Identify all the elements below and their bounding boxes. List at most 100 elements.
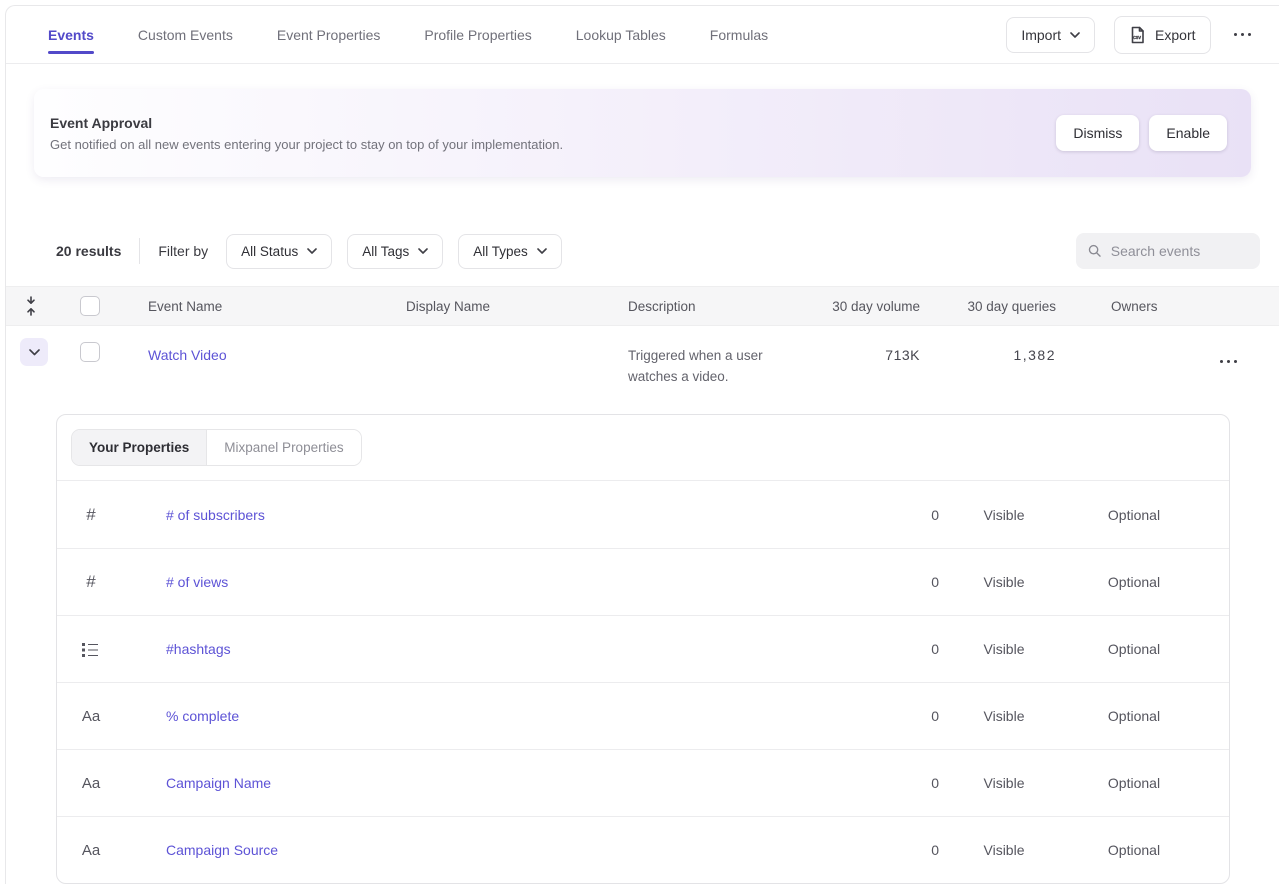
list-type-icon bbox=[80, 638, 102, 660]
tab-mixpanel-properties[interactable]: Mixpanel Properties bbox=[207, 430, 360, 465]
property-count: 0 bbox=[839, 842, 939, 858]
visibility-status[interactable]: Visible bbox=[939, 775, 1069, 791]
property-name-link[interactable]: # of subscribers bbox=[133, 507, 839, 523]
chevron-down-icon bbox=[1070, 32, 1080, 38]
tab-your-properties[interactable]: Your Properties bbox=[72, 430, 207, 465]
properties-list: # of subscribers 0 Visible Optional # of… bbox=[57, 481, 1229, 883]
requirement-status[interactable]: Optional bbox=[1069, 574, 1199, 590]
tab-profile-properties[interactable]: Profile Properties bbox=[424, 6, 531, 63]
chevron-down-icon bbox=[307, 248, 317, 254]
header-display-name: Display Name bbox=[406, 299, 628, 314]
event-approval-banner: Event Approval Get notified on all new e… bbox=[34, 89, 1251, 177]
topbar-actions: Import csv Export bbox=[1006, 16, 1255, 54]
event-name-link[interactable]: Watch Video bbox=[148, 342, 406, 363]
results-count: 20 results bbox=[56, 243, 121, 259]
requirement-status[interactable]: Optional bbox=[1069, 507, 1199, 523]
enable-button[interactable]: Enable bbox=[1149, 115, 1227, 151]
row-checkbox[interactable] bbox=[80, 342, 100, 362]
property-row: Campaign Source 0 Visible Optional bbox=[57, 816, 1229, 883]
tags-filter-label: All Tags bbox=[362, 244, 409, 259]
property-count: 0 bbox=[839, 574, 939, 590]
property-name-link[interactable]: Campaign Name bbox=[133, 775, 839, 791]
status-filter-label: All Status bbox=[241, 244, 298, 259]
divider bbox=[139, 238, 140, 264]
number-type-icon bbox=[80, 571, 102, 593]
requirement-status[interactable]: Optional bbox=[1069, 842, 1199, 858]
chevron-down-icon bbox=[418, 248, 428, 254]
collapse-row-button[interactable] bbox=[20, 338, 48, 366]
filter-by-label: Filter by bbox=[158, 243, 208, 259]
types-filter-dropdown[interactable]: All Types bbox=[458, 234, 562, 269]
import-button-label: Import bbox=[1021, 27, 1061, 43]
header-30-day-queries: 30 day queries bbox=[920, 299, 1056, 314]
text-type-icon bbox=[80, 705, 102, 727]
requirement-status[interactable]: Optional bbox=[1069, 775, 1199, 791]
dismiss-button[interactable]: Dismiss bbox=[1056, 115, 1139, 151]
tab-event-properties[interactable]: Event Properties bbox=[277, 6, 381, 63]
export-button[interactable]: csv Export bbox=[1114, 16, 1210, 54]
property-name-link[interactable]: Campaign Source bbox=[133, 842, 839, 858]
property-row: % complete 0 Visible Optional bbox=[57, 682, 1229, 749]
properties-tabs: Your Properties Mixpanel Properties bbox=[57, 415, 1229, 481]
property-count: 0 bbox=[839, 641, 939, 657]
property-count: 0 bbox=[839, 708, 939, 724]
svg-text:csv: csv bbox=[1133, 35, 1141, 41]
top-navigation: Events Custom Events Event Properties Pr… bbox=[6, 6, 1279, 64]
banner-text: Event Approval Get notified on all new e… bbox=[50, 115, 563, 152]
banner-actions: Dismiss Enable bbox=[1056, 115, 1227, 151]
search-input[interactable] bbox=[1111, 243, 1248, 259]
chevron-down-icon bbox=[537, 248, 547, 254]
property-name-link[interactable]: #hashtags bbox=[133, 641, 839, 657]
events-table-header: Event Name Display Name Description 30 d… bbox=[6, 286, 1279, 326]
header-30-day-volume: 30 day volume bbox=[820, 299, 920, 314]
tab-events[interactable]: Events bbox=[48, 6, 94, 63]
header-event-name: Event Name bbox=[148, 299, 406, 314]
requirement-status[interactable]: Optional bbox=[1069, 708, 1199, 724]
text-type-icon bbox=[80, 772, 102, 794]
visibility-status[interactable]: Visible bbox=[939, 574, 1069, 590]
tab-formulas[interactable]: Formulas bbox=[710, 6, 768, 63]
visibility-status[interactable]: Visible bbox=[939, 641, 1069, 657]
nav-tabs: Events Custom Events Event Properties Pr… bbox=[48, 6, 768, 63]
property-count: 0 bbox=[839, 507, 939, 523]
event-row-watch-video: Watch Video Triggered when a user watche… bbox=[6, 326, 1279, 399]
lexicon-page: Events Custom Events Event Properties Pr… bbox=[5, 5, 1279, 884]
property-name-link[interactable]: % complete bbox=[133, 708, 839, 724]
chevron-down-icon bbox=[29, 349, 40, 356]
filter-bar: 20 results Filter by All Status All Tags… bbox=[56, 233, 1260, 269]
header-description: Description bbox=[628, 299, 820, 314]
property-count: 0 bbox=[839, 775, 939, 791]
export-button-label: Export bbox=[1155, 27, 1195, 43]
property-row: Campaign Name 0 Visible Optional bbox=[57, 749, 1229, 816]
csv-file-icon: csv bbox=[1129, 26, 1146, 44]
row-actions-icon[interactable] bbox=[1216, 356, 1242, 368]
types-filter-label: All Types bbox=[473, 244, 528, 259]
tab-lookup-tables[interactable]: Lookup Tables bbox=[576, 6, 666, 63]
visibility-status[interactable]: Visible bbox=[939, 507, 1069, 523]
collapse-all-icon[interactable] bbox=[24, 295, 38, 317]
requirement-status[interactable]: Optional bbox=[1069, 641, 1199, 657]
search-icon bbox=[1088, 243, 1102, 259]
property-row: #hashtags 0 Visible Optional bbox=[57, 615, 1229, 682]
description-cell: Triggered when a user watches a video. bbox=[628, 342, 803, 387]
select-all-checkbox[interactable] bbox=[80, 296, 100, 316]
number-type-icon bbox=[80, 504, 102, 526]
import-button[interactable]: Import bbox=[1006, 17, 1095, 53]
properties-panel: Your Properties Mixpanel Properties # of… bbox=[56, 414, 1230, 884]
property-row: # of views 0 Visible Optional bbox=[57, 548, 1229, 615]
visibility-status[interactable]: Visible bbox=[939, 708, 1069, 724]
search-box bbox=[1076, 233, 1260, 269]
banner-description: Get notified on all new events entering … bbox=[50, 137, 563, 152]
visibility-status[interactable]: Visible bbox=[939, 842, 1069, 858]
status-filter-dropdown[interactable]: All Status bbox=[226, 234, 332, 269]
property-name-link[interactable]: # of views bbox=[133, 574, 839, 590]
queries-cell: 1,382 bbox=[920, 342, 1056, 363]
tab-custom-events[interactable]: Custom Events bbox=[138, 6, 233, 63]
tags-filter-dropdown[interactable]: All Tags bbox=[347, 234, 443, 269]
text-type-icon bbox=[80, 839, 102, 861]
volume-cell: 713K bbox=[820, 342, 920, 363]
property-row: # of subscribers 0 Visible Optional bbox=[57, 481, 1229, 548]
header-owners: Owners bbox=[1056, 299, 1206, 314]
more-options-icon[interactable] bbox=[1230, 29, 1256, 41]
banner-title: Event Approval bbox=[50, 115, 563, 131]
